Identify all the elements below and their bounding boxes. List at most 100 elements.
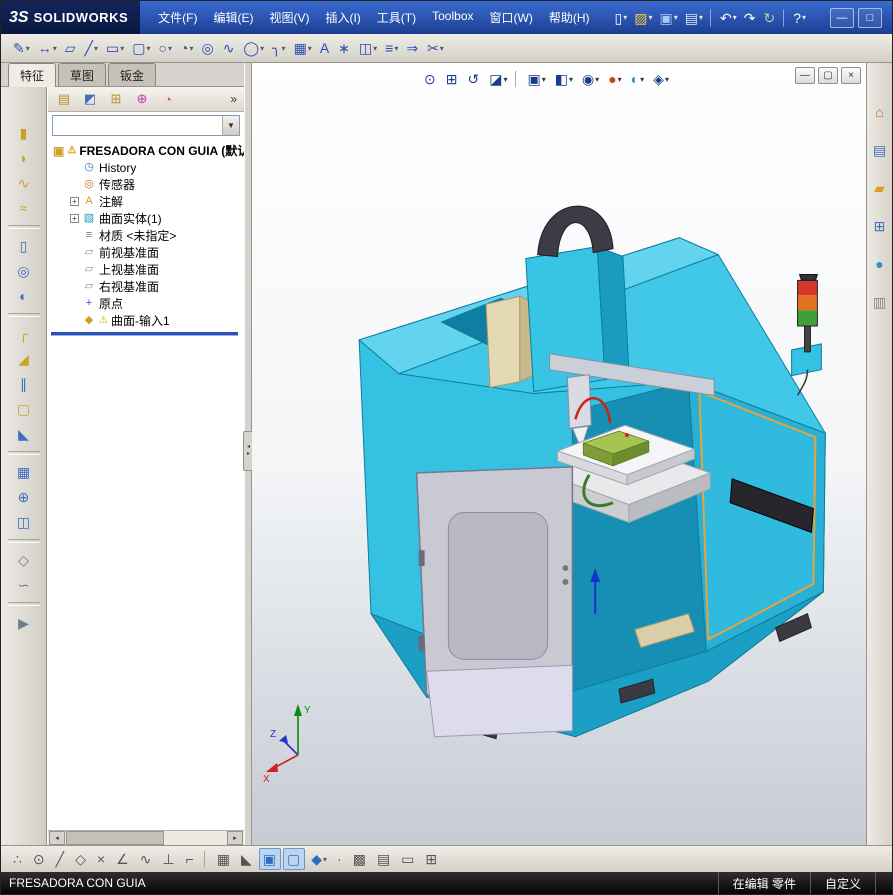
zoom-to-area-icon[interactable]: ⊞ — [442, 67, 463, 91]
tab-sketch[interactable]: 草图 — [58, 63, 107, 86]
previous-view-icon[interactable]: ↺ — [463, 67, 484, 91]
instant3d-icon[interactable]: ▶ — [8, 611, 40, 635]
pattern-icon[interactable]: ▩ — [349, 848, 371, 870]
snap-line-icon[interactable]: ╱ — [52, 848, 69, 870]
tree-item-sensors[interactable]: ◎ 传感器 — [48, 176, 244, 193]
chamfer-icon[interactable]: ◢ — [8, 347, 40, 371]
doc-close-icon[interactable]: × — [841, 67, 861, 84]
tree-item-surface-bodies[interactable]: + ▧ 曲面实体(1) — [48, 210, 244, 227]
snap-midpoint-icon[interactable]: ◇ — [71, 848, 91, 870]
mirror-entities-icon[interactable]: ◫ ▾ — [355, 36, 381, 60]
snap-center-icon[interactable]: ⊙ — [29, 848, 50, 870]
offset-entities-icon[interactable]: ≡ ▾ — [381, 36, 402, 60]
window-minimize-icon[interactable]: — — [830, 7, 854, 28]
save-icon[interactable]: ▣ ▾ — [656, 6, 680, 30]
zoom-to-fit-icon[interactable]: ⊙ — [420, 67, 441, 91]
menu-file[interactable]: 文件(F) — [150, 5, 205, 30]
sketch-fillet-icon[interactable]: ╮ ▾ — [268, 36, 289, 60]
table-icon[interactable]: ⊞ — [421, 848, 442, 870]
centerpoint-arc-icon[interactable]: ◔ ▾ — [176, 36, 197, 60]
tree-item-right-plane[interactable]: ▱ 右视基准面 — [48, 278, 244, 295]
linear-sketch-pattern-icon[interactable]: ▦ ▾ — [290, 36, 316, 60]
dimxpertmanager-icon[interactable]: ⊕ — [131, 89, 153, 109]
lofted-boss-icon[interactable]: ≈ — [8, 196, 40, 220]
view-orientation-icon[interactable]: ▣ ▾ — [523, 67, 549, 91]
tab-sheet-metal[interactable]: 钣金 — [108, 63, 157, 86]
straight-slot-icon[interactable]: ▢ ▾ — [128, 36, 154, 60]
point-icon[interactable]: ∗ — [334, 36, 355, 60]
line-icon[interactable]: ╱ ▾ — [81, 36, 102, 60]
configurationmanager-icon[interactable]: ⊞ — [105, 89, 127, 109]
tree-item-top-plane[interactable]: ▱ 上视基准面 — [48, 261, 244, 278]
file-explorer-icon[interactable]: ▰ — [868, 177, 891, 199]
expander-icon[interactable]: + — [70, 197, 79, 206]
redo-icon[interactable]: ↷ — [741, 6, 760, 30]
fillet-icon[interactable]: ╭ — [8, 322, 40, 346]
revolved-boss-icon[interactable]: ◗ — [8, 146, 40, 170]
status-customize-button[interactable]: 自定义 — [809, 872, 875, 894]
apply-scene-icon[interactable]: ◐ ▾ — [627, 67, 648, 91]
dot-icon[interactable]: · — [333, 848, 347, 870]
tree-root-item[interactable]: ▣ ⚠ FRESADORA CON GUIA (默认< — [48, 142, 244, 159]
bottom-separator[interactable] — [203, 850, 208, 868]
displaymanager-icon[interactable]: ◔ — [157, 89, 179, 109]
graphics-viewport[interactable]: ⊙ ⊞ ↺ ◪ ▾ ▣ ▾ ◧ ▾ ◉ ▾ ● ▾ ◐ ▾ ◈ ▾ — ▢ × … — [252, 63, 866, 845]
strip-separator[interactable] — [7, 225, 40, 229]
view-palette-icon[interactable]: ⊞ — [868, 215, 891, 237]
orientation-triad[interactable]: Y Z X — [262, 699, 328, 783]
edit-appearance-icon[interactable]: ● ▾ — [604, 67, 625, 91]
tree-filter-combo[interactable]: ▼ — [52, 115, 240, 136]
scroll-right-icon[interactable]: ▸ — [227, 831, 243, 845]
strip-separator[interactable] — [7, 539, 40, 543]
revolved-cut-icon[interactable]: ◐ — [8, 284, 40, 308]
view-settings-icon[interactable]: ◈ ▾ — [649, 67, 673, 91]
shaded-cube-icon[interactable]: ▢ — [283, 848, 306, 870]
hide-show-items-icon[interactable]: ◉ ▾ — [578, 67, 603, 91]
chevron-right-icon[interactable]: » — [230, 92, 239, 106]
expander-icon[interactable]: + — [70, 214, 79, 223]
tree-item-history[interactable]: ◷ History — [48, 159, 244, 176]
curves-icon[interactable]: ∽ — [8, 573, 40, 597]
snap-perpendicular-icon[interactable]: ⊥ — [158, 848, 179, 870]
snap-intersection-icon[interactable]: × — [93, 848, 110, 870]
doc-minimize-icon[interactable]: — — [795, 67, 815, 84]
extruded-boss-icon[interactable]: ▮ — [8, 121, 40, 145]
circle-icon[interactable]: ○ ▾ — [155, 36, 176, 60]
menu-toolbox[interactable]: Toolbox — [424, 5, 481, 30]
help-icon[interactable]: ? ▾ — [790, 6, 809, 30]
scrollbar-thumb[interactable] — [66, 831, 164, 845]
tree-item-origin[interactable]: + 原点 — [48, 295, 244, 312]
linear-pattern-icon[interactable]: ▦ — [8, 460, 40, 484]
circular-pattern-icon[interactable]: ⊕ — [8, 485, 40, 509]
text-icon[interactable]: A — [316, 36, 334, 60]
corner-rectangle-icon[interactable]: ▭ ▾ — [102, 36, 128, 60]
toolbar-separator[interactable] — [709, 8, 713, 27]
snap-points-icon[interactable]: ∴ — [9, 848, 27, 870]
tab-features[interactable]: 特征 — [8, 63, 57, 87]
window-maximize-icon[interactable]: □ — [858, 7, 882, 28]
rebuild-icon[interactable]: ↻ — [760, 6, 779, 30]
screen-icon[interactable]: ▭ — [397, 848, 419, 870]
snap-tangent-icon[interactable]: ∿ — [136, 848, 157, 870]
convert-entities-icon[interactable]: ⇒ — [402, 36, 423, 60]
mirror-icon[interactable]: ◫ — [8, 510, 40, 534]
strip-separator[interactable] — [7, 451, 40, 455]
menu-edit[interactable]: 编辑(E) — [205, 5, 261, 30]
menu-help[interactable]: 帮助(H) — [541, 5, 598, 30]
snap-corner-icon[interactable]: ⌐ — [182, 848, 199, 870]
film-icon[interactable]: ▤ — [373, 848, 395, 870]
trim-entities-icon[interactable]: ✂ ▾ — [423, 36, 448, 60]
new-document-icon[interactable]: ▯ ▾ — [612, 6, 631, 30]
strip-separator[interactable] — [7, 313, 40, 317]
snap-angle-icon[interactable]: ∠ — [112, 848, 134, 870]
menu-insert[interactable]: 插入(I) — [317, 5, 368, 30]
menu-view[interactable]: 视图(V) — [261, 5, 317, 30]
design-library-icon[interactable]: ▤ — [868, 139, 891, 161]
section-view-icon[interactable]: ◪ ▾ — [485, 67, 511, 91]
tree-item-front-plane[interactable]: ▱ 前视基准面 — [48, 244, 244, 261]
grid-icon[interactable]: ▦ — [213, 848, 235, 870]
spline-icon[interactable]: ∿ — [219, 36, 240, 60]
diamond-icon[interactable]: ◆ ▾ — [307, 848, 331, 870]
toolbar-separator[interactable] — [783, 8, 786, 27]
doc-restore-icon[interactable]: ▢ — [818, 67, 838, 84]
